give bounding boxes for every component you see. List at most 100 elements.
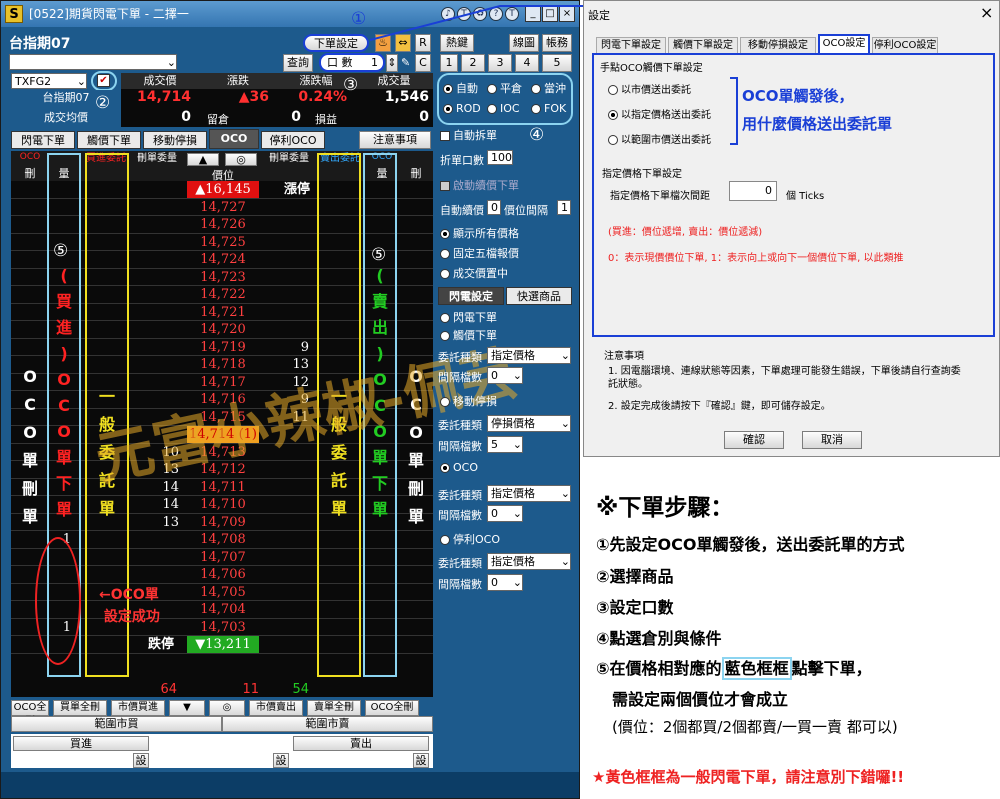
product-dropdown[interactable]: ⌄ xyxy=(9,54,177,70)
dtab-stop-oco[interactable]: 停利OCO設定 xyxy=(872,37,938,54)
touch-order-radio[interactable]: 觸價下單 xyxy=(440,327,497,343)
bottom-button[interactable]: OCO全刪 xyxy=(365,700,419,716)
set-button-3[interactable]: 設 xyxy=(413,753,429,768)
recycle-icon[interactable]: ♻ xyxy=(473,7,487,21)
link-checkbox[interactable]: ✔ xyxy=(97,74,110,87)
auto-split-checkbox[interactable]: 自動拆單 xyxy=(440,127,497,143)
r-button[interactable]: R xyxy=(415,34,431,52)
price-cell[interactable]: 14,706 xyxy=(187,566,259,584)
tick-gap-input[interactable]: 0 xyxy=(729,181,777,201)
price-cell[interactable]: 14,707 xyxy=(187,549,259,567)
tab-move-stop[interactable]: 移動停損 xyxy=(143,131,207,149)
notice-button[interactable]: 注意事項 xyxy=(359,131,431,149)
dtab-oco[interactable]: OCO設定 xyxy=(818,34,870,54)
dtab-flash[interactable]: 閃電下單設定 xyxy=(596,37,666,54)
cancel-button[interactable]: 取消 xyxy=(802,431,862,449)
price-cell[interactable]: 14,718 xyxy=(187,356,259,374)
num-5[interactable]: 5 xyxy=(542,54,572,72)
scroll-up-button[interactable]: ▲ xyxy=(187,153,219,166)
gap-select-5[interactable]: 0 ⌄ xyxy=(487,574,523,591)
bottom-button[interactable]: 賣單全刪 xyxy=(307,700,361,716)
bottom-button[interactable]: 買單全刪 xyxy=(53,700,107,716)
opt-fok[interactable]: FOK xyxy=(531,102,566,115)
start-reprice-checkbox[interactable]: 啟動續價下單 xyxy=(440,177,519,193)
price-cell[interactable]: 14,711 xyxy=(187,479,259,497)
line-chart-button[interactable]: 線圖 xyxy=(509,34,539,52)
close-button[interactable]: × xyxy=(559,6,575,22)
price-cell[interactable]: 14,705 xyxy=(187,584,259,602)
tab-quick-product[interactable]: 快選商品 xyxy=(506,287,572,305)
lots-field[interactable]: 口 數1 xyxy=(319,53,385,72)
tab-touch[interactable]: 觸價下單 xyxy=(77,131,141,149)
opt-daytrade[interactable]: 當沖 xyxy=(531,80,566,96)
price-cell[interactable]: 14,708 xyxy=(187,531,259,549)
price-cell[interactable]: 14,726 xyxy=(187,216,259,234)
symbol-select[interactable]: TXFG2 ⌄ xyxy=(11,73,87,89)
spin-icon[interactable]: ⇕ xyxy=(386,54,398,72)
market-price-radio[interactable]: 以市價送出委託 xyxy=(608,81,691,96)
bottom-button[interactable]: ◎ xyxy=(209,700,245,716)
tab-stop-oco[interactable]: 停利OCO xyxy=(261,131,325,149)
pen-icon[interactable]: ✎ xyxy=(401,56,410,69)
gap-select-3[interactable]: 5 ⌄ xyxy=(487,436,523,453)
move-stop-radio[interactable]: 移動停損 xyxy=(440,393,497,409)
split-lots-input[interactable]: 100 xyxy=(487,150,513,165)
gap-select-4[interactable]: 0 ⌄ xyxy=(487,505,523,522)
dialog-close-button[interactable]: × xyxy=(980,3,993,22)
tab-flash-setting[interactable]: 閃電設定 xyxy=(438,287,504,305)
opt-rod[interactable]: ROD xyxy=(443,102,481,115)
show-all-radio[interactable]: 顯示所有價格 xyxy=(440,225,519,241)
text-icon[interactable]: T xyxy=(505,7,519,21)
type-select-1[interactable]: 指定價格 ⌄ xyxy=(487,347,571,364)
type-select-2[interactable]: 停損價格 ⌄ xyxy=(487,415,571,432)
num-1[interactable]: 1 xyxy=(440,54,458,72)
help-icon[interactable]: ? xyxy=(489,7,503,21)
gap-input[interactable]: 1 xyxy=(557,200,571,215)
bottom-button[interactable]: 市價買進 xyxy=(111,700,165,716)
music-icon[interactable]: ♪ xyxy=(441,7,455,21)
flash-order-radio[interactable]: 閃電下單 xyxy=(440,309,497,325)
price-cell[interactable]: 14,710 xyxy=(187,496,259,514)
price-cell[interactable]: 14,704 xyxy=(187,601,259,619)
num-2[interactable]: 2 xyxy=(461,54,485,72)
order-setting-button[interactable]: 下單設定 xyxy=(303,34,369,52)
price-cell[interactable]: 14,725 xyxy=(187,234,259,252)
num-4[interactable]: 4 xyxy=(515,54,539,72)
stop-oco-radio[interactable]: 停利OCO xyxy=(440,531,500,547)
range-price-radio[interactable]: 以範圍市價送出委託 xyxy=(608,131,711,146)
bottom-button[interactable]: OCO全刪 xyxy=(11,700,49,727)
sell-button[interactable]: 賣出 xyxy=(293,736,429,751)
price-cell[interactable]: 14,721 xyxy=(187,304,259,322)
price-cell[interactable]: 14,703 xyxy=(187,619,259,637)
fixed5-radio[interactable]: 固定五檔報價 xyxy=(440,245,519,261)
price-cell[interactable]: ▲16,145 xyxy=(187,181,259,199)
center-radio[interactable]: 成交價置中 xyxy=(440,265,508,281)
opt-ioc[interactable]: IOC xyxy=(487,102,520,115)
type-select-3[interactable]: 指定價格 ⌄ xyxy=(487,485,571,502)
bottom-button[interactable]: 市價賣出 xyxy=(249,700,303,716)
hotkey-button[interactable]: 熱鍵 xyxy=(440,34,474,52)
gap-select-2[interactable]: 0 ⌄ xyxy=(487,367,523,384)
set-button-2[interactable]: 設 xyxy=(273,753,289,768)
buy-button[interactable]: 買進 xyxy=(13,736,149,751)
maximize-button[interactable]: □ xyxy=(542,6,558,22)
c-button[interactable]: C xyxy=(415,54,431,72)
range-market-sell-button[interactable]: 範圍市賣 xyxy=(222,716,433,732)
price-cell[interactable]: 14,724 xyxy=(187,251,259,269)
ok-button[interactable]: 確認 xyxy=(724,431,784,449)
price-cell[interactable]: 14,723 xyxy=(187,269,259,287)
center-button[interactable]: ◎ xyxy=(225,153,257,166)
query-button[interactable]: 查詢 xyxy=(283,54,313,72)
auto-reprice-input[interactable]: 0 xyxy=(487,200,501,215)
tab-flash[interactable]: 閃電下單 xyxy=(11,131,75,149)
price-cell[interactable]: 14,719 xyxy=(187,339,259,357)
num-3[interactable]: 3 xyxy=(488,54,512,72)
dtab-touch[interactable]: 觸價下單設定 xyxy=(668,37,738,54)
price-cell[interactable]: 14,720 xyxy=(187,321,259,339)
price-cell[interactable]: 14,722 xyxy=(187,286,259,304)
arrows-icon[interactable]: ⇔ xyxy=(395,34,411,52)
t-icon[interactable]: T xyxy=(457,7,471,21)
price-cell[interactable]: 14,727 xyxy=(187,199,259,217)
opt-close[interactable]: 平倉 xyxy=(487,80,522,96)
price-cell[interactable]: 14,709 xyxy=(187,514,259,532)
